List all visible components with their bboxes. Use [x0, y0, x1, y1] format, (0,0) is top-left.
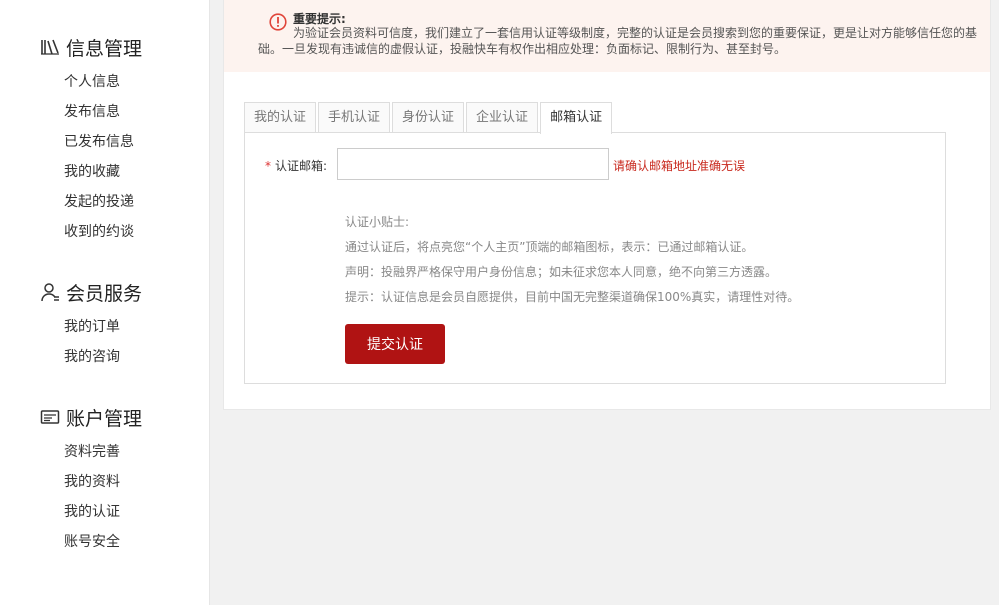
- sidebar-section-info: 信息管理 个人信息 发布信息 已发布信息 我的收藏 发起的投递 收到的约谈: [40, 35, 142, 247]
- tips-heading: 认证小贴士:: [345, 215, 410, 229]
- section-title: 会员服务: [40, 280, 143, 305]
- tips-line: 通过认证后，将点亮您“个人主页”顶端的邮箱图标，表示：已通过邮箱认证。: [345, 240, 754, 254]
- sidebar-item-received-interviews[interactable]: 收到的约谈: [40, 217, 142, 247]
- tips-line: 提示：认证信息是会员自愿提供，目前中国无完整渠道确保100%真实，请理性对待。: [345, 290, 800, 304]
- section-title: 信息管理: [40, 35, 143, 60]
- tab-company-certification[interactable]: 企业认证: [466, 102, 539, 133]
- sidebar-item-sent-deliveries[interactable]: 发起的投递: [40, 187, 142, 217]
- sidebar-item-my-orders[interactable]: 我的订单: [40, 312, 142, 342]
- notice-body: 为验证会员资料可信度，我们建立了一套信用认证等级制度，完整的认证是会员搜索到您的…: [258, 26, 978, 56]
- email-label: * 认证邮箱:: [265, 157, 327, 174]
- tab-phone-certification[interactable]: 手机认证: [318, 102, 391, 133]
- email-label-text: 认证邮箱:: [275, 159, 328, 173]
- sidebar-item-publish-info[interactable]: 发布信息: [40, 97, 142, 127]
- sidebar-item-account-security[interactable]: 账号安全: [40, 527, 142, 557]
- sidebar-item-my-certification[interactable]: 我的认证: [40, 497, 142, 527]
- tips-block: 认证小贴士: 通过认证后，将点亮您“个人主页”顶端的邮箱图标，表示：已通过邮箱认…: [345, 213, 799, 313]
- section-title: 账户管理: [40, 405, 143, 430]
- tab-identity-certification[interactable]: 身份认证: [392, 102, 465, 133]
- section-title-text: 会员服务: [66, 282, 143, 305]
- tab-my-certification[interactable]: 我的认证: [244, 102, 317, 133]
- email-hint: 请确认邮箱地址准确无误: [613, 159, 746, 173]
- email-input[interactable]: [337, 148, 609, 180]
- card-icon: [40, 407, 60, 427]
- sidebar: 信息管理 个人信息 发布信息 已发布信息 我的收藏 发起的投递 收到的约谈 会员…: [0, 0, 210, 605]
- sidebar-item-published-info[interactable]: 已发布信息: [40, 127, 142, 157]
- user-icon: [40, 282, 60, 302]
- notice-banner: 重要提示: 为验证会员资料可信度，我们建立了一套信用认证等级制度，完整的认证是会…: [224, 0, 990, 72]
- sidebar-item-complete-profile[interactable]: 资料完善: [40, 437, 142, 467]
- sidebar-section-account: 账户管理 资料完善 我的资料 我的认证 账号安全: [40, 405, 142, 557]
- sidebar-item-my-profile[interactable]: 我的资料: [40, 467, 142, 497]
- books-icon: [40, 37, 60, 57]
- sidebar-item-personal-info[interactable]: 个人信息: [40, 67, 142, 97]
- section-title-text: 信息管理: [66, 37, 143, 60]
- sidebar-section-member: 会员服务 我的订单 我的咨询: [40, 280, 142, 372]
- email-cert-form: * 认证邮箱: 请确认邮箱地址准确无误 认证小贴士: 通过认证后，将点亮您“个人主…: [244, 132, 946, 384]
- required-mark: *: [265, 159, 271, 173]
- tab-bar: 我的认证 手机认证 身份认证 企业认证 邮箱认证: [244, 102, 614, 134]
- tips-line: 声明：投融界严格保守用户身份信息；如未征求您本人同意，绝不向第三方透露。: [345, 265, 778, 279]
- tab-email-certification[interactable]: 邮箱认证: [540, 102, 613, 134]
- section-title-text: 账户管理: [66, 407, 143, 430]
- main-panel: 重要提示: 为验证会员资料可信度，我们建立了一套信用认证等级制度，完整的认证是会…: [223, 0, 991, 410]
- submit-certification-button[interactable]: 提交认证: [345, 324, 445, 364]
- sidebar-item-my-consults[interactable]: 我的咨询: [40, 342, 142, 372]
- sidebar-item-favorites[interactable]: 我的收藏: [40, 157, 142, 187]
